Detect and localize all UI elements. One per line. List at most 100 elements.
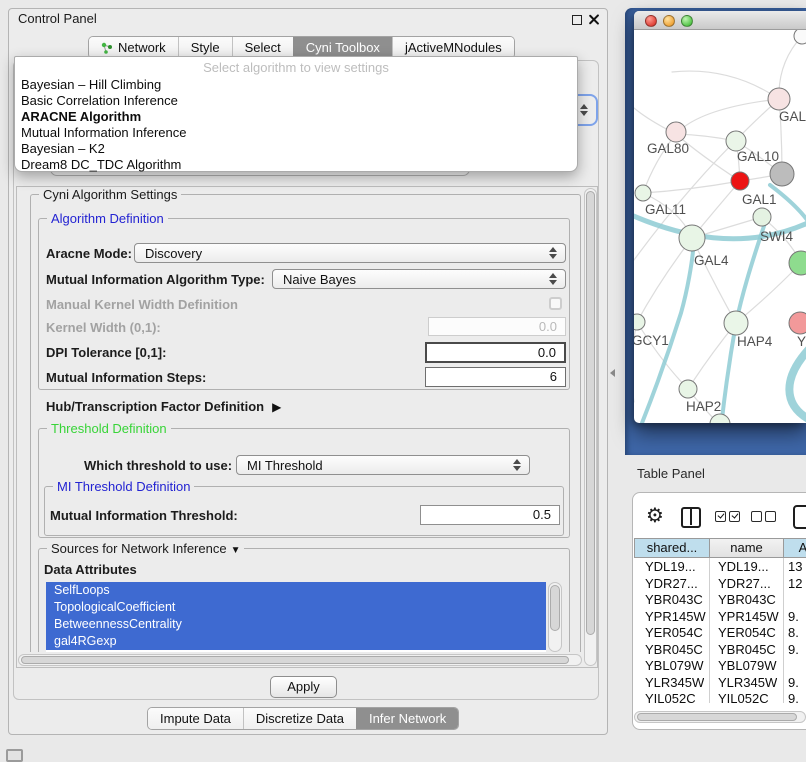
network-window-titlebar[interactable] [634,11,806,30]
unchecked-checkbox-icon[interactable] [751,511,762,522]
table-row[interactable]: YDR27...YDR27...12 [633,576,806,593]
sources-toggle[interactable]: Sources for Network Inference ▼ [47,541,244,556]
mi-type-select[interactable]: Naive Bayes [272,269,566,289]
tab-impute-data[interactable]: Impute Data [148,708,243,729]
algorithm-option[interactable]: Dream8 DC_TDC Algorithm [15,157,577,173]
table-row[interactable]: YDL19...YDL19...13 [633,559,806,576]
network-node[interactable] [731,172,749,190]
network-edge[interactable] [692,238,736,323]
table-cell: 9. [788,609,799,624]
algorithm-option[interactable]: Bayesian – Hill Climbing [15,77,577,93]
mi-steps-field[interactable]: 6 [425,367,566,387]
network-edge[interactable] [789,348,806,420]
collapsed-panel-chip[interactable] [6,749,23,762]
unchecked-checkbox-icon[interactable] [765,511,776,522]
network-node[interactable] [679,380,697,398]
table-row[interactable]: YBR043CYBR043C [633,592,806,609]
dpi-tolerance-field[interactable]: 0.0 [425,342,566,363]
tab-network[interactable]: Network [89,37,178,58]
tab-jactivemnodules[interactable]: jActiveMNodules [392,37,514,58]
column-header-shared-name[interactable]: shared... [634,538,710,558]
table-row[interactable]: YIL052CYIL052C9. [633,691,806,708]
table-horizontal-scrollbar[interactable] [634,711,806,723]
scrollbar-thumb[interactable] [637,713,797,721]
data-attributes-list: SelfLoopsTopologicalCoefficientBetweenne… [46,582,546,652]
panel-title: Control Panel [18,11,97,26]
network-edge[interactable] [672,71,779,99]
network-node[interactable] [635,185,651,201]
network-edge[interactable] [643,181,740,193]
scrollbar-thumb[interactable] [550,585,560,631]
sources-title: Sources for Network Inference [51,541,227,556]
settings-vertical-scrollbar[interactable] [584,188,597,666]
float-window-icon[interactable] [572,15,582,25]
network-canvas[interactable]: GALGAL80GAL10GAL1GAL11SWI4GAL4GCY1HAP4YH… [634,30,806,423]
table-row[interactable]: YLR345WYLR345W9. [633,675,806,692]
network-node[interactable] [710,414,730,423]
expand-right-icon[interactable]: ▶ [272,400,281,414]
table-cell: 9. [788,675,799,690]
network-node[interactable] [666,122,686,142]
network-node[interactable] [634,314,645,330]
algorithm-option[interactable]: ARACNE Algorithm [15,109,577,125]
table-row[interactable]: YBL079WYBL079W [633,658,806,675]
network-node[interactable] [753,208,771,226]
network-node[interactable] [789,312,806,334]
split-collapse-icon[interactable] [610,369,615,377]
column-header-partial[interactable]: A [783,538,806,558]
attribute-list-item[interactable]: BetweennessCentrality [46,616,546,633]
which-threshold-select[interactable]: MI Threshold [236,455,530,475]
table-cell: 8. [788,625,799,640]
table-cell: YBR043C [718,592,776,607]
network-node[interactable] [768,88,790,110]
algorithm-option[interactable]: Basic Correlation Inference [15,93,577,109]
attribute-list-item[interactable]: SelfLoops [46,582,546,599]
attribute-list-item[interactable]: TopologicalCoefficient [46,599,546,616]
attributes-scrollbar[interactable] [548,582,562,652]
hub-definition-toggle[interactable]: Hub/Transcription Factor Definition▶ [46,399,281,414]
network-edge[interactable] [779,36,802,92]
zoom-traffic-light-icon[interactable] [681,15,693,27]
network-node[interactable] [726,131,746,151]
gear-icon[interactable]: ⚙ [646,504,664,528]
kernel-width-field[interactable]: 0.0 [428,317,566,336]
algorithm-option[interactable]: Mutual Information Inference [15,125,577,141]
document-icon[interactable] [793,505,806,529]
tab-discretize-data[interactable]: Discretize Data [243,708,356,729]
settings-horizontal-scrollbar[interactable] [18,654,582,666]
aracne-mode-select[interactable]: Discovery [134,243,566,263]
scrollbar-thumb[interactable] [586,191,595,635]
popup-prompt: Select algorithm to view settings [15,60,577,75]
algorithm-option[interactable]: Bayesian – K2 [15,141,577,157]
network-node[interactable] [770,162,794,186]
apply-button[interactable]: Apply [270,676,337,698]
column-layout-icon[interactable] [681,507,701,528]
checked-checkbox-icon[interactable] [715,511,726,522]
manual-kernel-checkbox[interactable] [549,297,562,310]
group-title: Algorithm Definition [47,211,168,226]
column-header-name[interactable]: name [709,538,784,558]
attribute-list-item[interactable]: gal4RGexp [46,633,546,650]
checked-checkbox-icon[interactable] [729,511,740,522]
minimize-traffic-light-icon[interactable] [663,15,675,27]
tab-select[interactable]: Select [232,37,293,58]
network-node[interactable] [679,225,705,251]
tab-infer-network[interactable]: Infer Network [356,708,458,729]
mi-threshold-field[interactable]: 0.5 [420,505,560,525]
scrollbar-thumb[interactable] [21,656,569,664]
network-node[interactable] [794,30,806,44]
table-cell: 9. [788,691,799,706]
close-traffic-light-icon[interactable] [645,15,657,27]
close-icon[interactable] [588,13,600,25]
table-row[interactable]: YER054CYER054C8. [633,625,806,642]
network-edge[interactable] [676,99,779,134]
table-cell: YIL052C [718,691,769,706]
table-row[interactable]: YBR045CYBR045C9. [633,642,806,659]
network-edge[interactable] [736,263,801,323]
collapse-down-icon[interactable]: ▼ [231,545,241,556]
network-node[interactable] [789,251,806,275]
network-node[interactable] [724,311,748,335]
tab-style[interactable]: Style [178,37,232,58]
table-row[interactable]: YPR145WYPR145W9. [633,609,806,626]
tab-cyni-toolbox[interactable]: Cyni Toolbox [293,37,392,58]
